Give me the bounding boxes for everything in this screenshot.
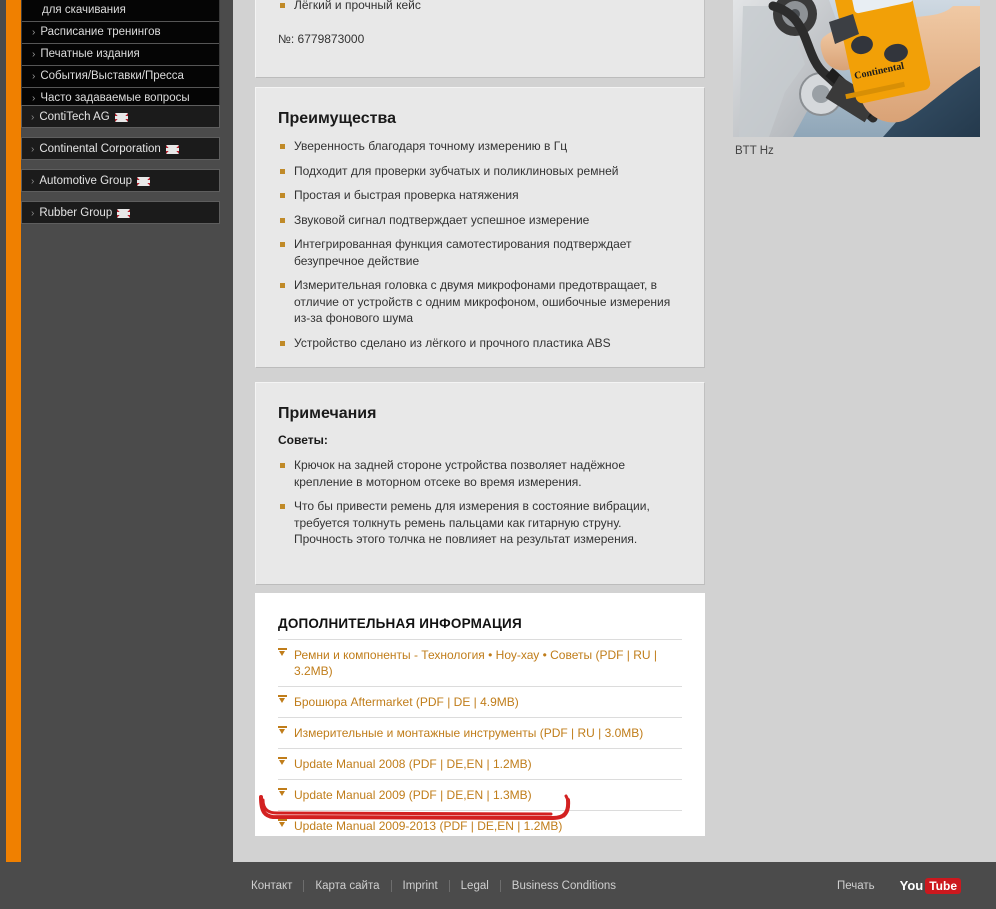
download-arrow-icon [278,695,287,705]
page-title: Преимущества [278,110,396,127]
sidebar-item-training-schedule[interactable]: › Расписание тренингов [22,21,219,43]
sidebar-item-contitech-ag[interactable]: › ContiTech AG [21,105,220,128]
notes-title: Примечания [278,405,377,422]
sidebar: для скачивания › Расписание тренингов › Пе… [21,0,221,862]
sidebar-item-label: Continental Corporation [39,143,161,155]
list-item: Подходит для проверки зубчатых и поликли… [278,163,682,188]
youtube-you-text: You [899,878,924,893]
additional-information-title: ДОПОЛНИТЕЛЬНАЯ ИНФОРМАЦИЯ [278,616,522,631]
sidebar-nav-block: для скачивания › Расписание тренингов › Пе… [21,0,220,110]
sidebar-item-label: Rubber Group [39,207,113,219]
list-item: Крючок на задней стороне устройства позв… [278,457,682,498]
advantages-card: Преимущества Уверенность благодаря точно… [255,87,705,368]
list-item: Устройство сделано из лёгкого и прочного… [278,335,682,360]
list-item: Что бы привести ремень для измерения в с… [278,498,682,556]
sidebar-item-label: Расписание тренингов [40,26,161,38]
sidebar-item-label: Часто задаваемые вопросы [40,92,190,104]
article-number: №: 6779873000 [278,31,365,46]
sidebar-item-label: ContiTech AG [39,111,110,123]
sidebar-item-continental-corporation[interactable]: › Continental Corporation [21,137,220,160]
sidebar-item-downloads[interactable]: для скачивания [22,0,219,21]
chevron-right-icon: › [32,49,36,60]
download-arrow-icon [278,726,287,736]
list-item: Уверенность благодаря точному измерению … [278,138,682,163]
sidebar-item-label: События/Выставки/Пресса [40,70,184,82]
download-link[interactable]: Брошюра Aftermarket (PDF | DE | 4.9MB) [278,686,682,717]
list-item: Звуковой сигнал подтверждает успешное из… [278,212,682,237]
footer-link-business-conditions[interactable]: Business Conditions [499,879,627,892]
sidebar-item-printed-editions[interactable]: › Печатные издания [22,43,219,65]
chevron-right-icon: › [31,208,35,219]
sidebar-item-rubber-group[interactable]: › Rubber Group [21,201,220,224]
download-link-label: Ремни и компоненты - Технология • Ноу-ха… [294,648,658,678]
orange-accent-rail [6,0,21,862]
uk-flag-icon [117,209,131,219]
main-content: Лёгкий и прочный кейс №: 6779873000 Преи… [233,0,996,862]
media-caption: BTT Hz [735,145,774,157]
youtube-logo-icon[interactable]: You Tube [899,878,961,894]
footer-link-imprint[interactable]: Imprint [390,879,449,892]
product-details-card: Лёгкий и прочный кейс №: 6779873000 [255,0,705,78]
product-bullet-list: Лёгкий и прочный кейс [278,0,682,28]
additional-information-card: ДОПОЛНИТЕЛЬНАЯ ИНФОРМАЦИЯ Ремни и компон… [255,593,705,836]
download-link-label: Брошюра Aftermarket (PDF | DE | 4.9MB) [294,695,519,709]
download-link[interactable]: Update Manual 2009 (PDF | DE,EN | 1.3MB) [278,779,682,810]
download-link-list: Ремни и компоненты - Технология • Ноу-ха… [278,639,682,855]
chevron-right-icon: › [31,144,35,155]
product-photo: 58 Continental [733,0,980,137]
sidebar-item-label: Печатные издания [40,48,140,60]
uk-flag-icon [165,145,179,155]
uk-flag-icon [114,113,128,123]
footer: Контакт Карта сайта Imprint Legal Busine… [0,862,996,909]
download-link[interactable]: Ремни и компоненты - Технология • Ноу-ха… [278,639,682,686]
download-arrow-icon [278,819,287,829]
sidebar-item-label: для скачивания [42,4,126,16]
product-media: 58 Continental BTT Hz [733,0,980,157]
chevron-right-icon: › [32,93,36,104]
list-item: Лёгкий и прочный кейс [278,0,682,22]
download-link[interactable]: Update Manual 2008 (PDF | DE,EN | 1.2MB) [278,748,682,779]
list-item: Интегрированная функция самотестирования… [278,236,682,277]
sidebar-item-automotive-group[interactable]: › Automotive Group [21,169,220,192]
download-arrow-icon [278,788,287,798]
list-item: Простая и быстрая проверка натяжения [278,187,682,212]
download-link[interactable]: Измерительные и монтажные инструменты (P… [278,717,682,748]
product-photo-image: 58 Continental [733,0,980,137]
sidebar-item-label: Automotive Group [39,175,133,187]
footer-links: Контакт Карта сайта Imprint Legal Busine… [241,879,627,892]
sidebar-external-links: › ContiTech AG › Continental Corporation ›… [21,105,220,233]
download-arrow-icon [278,757,287,767]
list-item: Измерительная головка с двумя микрофонам… [278,277,682,335]
download-arrow-icon [278,648,287,658]
notes-card: Примечания Советы: Крючок на задней стор… [255,382,705,585]
youtube-tube-text: Tube [925,878,961,894]
chevron-right-icon: › [31,176,35,187]
advantages-bullet-list: Уверенность благодаря точному измерению … [278,138,682,365]
download-link-highlighted[interactable]: Update Manual 2009-2013 (PDF | DE,EN | 1… [278,810,682,841]
chevron-right-icon: › [32,27,36,38]
download-link-label: Update Manual 2009 (PDF | DE,EN | 1.3MB) [294,788,532,802]
download-link-label: Измерительные и монтажные инструменты (P… [294,726,644,740]
footer-link-legal[interactable]: Legal [448,879,500,892]
footer-right-actions: Печать You Tube [827,878,996,894]
sidebar-item-events-press[interactable]: › События/Выставки/Пресса [22,65,219,87]
notes-bullet-list: Крючок на задней стороне устройства позв… [278,457,682,562]
download-link-label: Update Manual 2008 (PDF | DE,EN | 1.2MB) [294,757,532,771]
notes-subtitle: Советы: [278,433,328,447]
uk-flag-icon [137,177,151,187]
footer-link-sitemap[interactable]: Карта сайта [303,879,390,892]
footer-link-contact[interactable]: Контакт [241,880,303,892]
print-button[interactable]: Печать [827,880,886,892]
download-link-label: Update Manual 2009-2013 (PDF | DE,EN | 1… [294,819,563,833]
chevron-right-icon: › [32,71,36,82]
chevron-right-icon: › [31,112,35,123]
